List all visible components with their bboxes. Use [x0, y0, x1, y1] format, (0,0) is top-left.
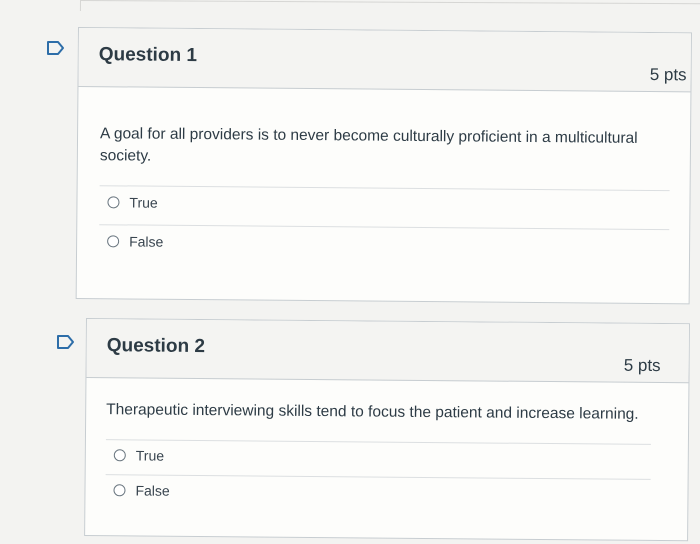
flag-icon[interactable] — [46, 40, 66, 56]
radio-button[interactable] — [107, 196, 120, 209]
question-1-option-true[interactable]: True — [107, 194, 158, 211]
question-2-points: 5 pts — [623, 355, 661, 376]
answer-divider — [105, 474, 651, 480]
answer-divider — [105, 439, 651, 445]
question-1-header: Question 1 5 pts — [78, 28, 691, 93]
question-1-text: A goal for all providers is to never bec… — [99, 125, 638, 165]
radio-button[interactable] — [113, 484, 126, 497]
radio-button[interactable] — [107, 235, 120, 248]
question-2-text: Therapeutic interviewing skills tend to … — [106, 401, 639, 423]
answer-divider — [99, 185, 670, 192]
question-2-card: Question 2 5 pts Therapeutic interviewin… — [84, 318, 690, 542]
previous-question-edge — [79, 0, 700, 15]
option-label: False — [135, 482, 170, 499]
question-2-option-false[interactable]: False — [113, 482, 170, 499]
question-1-card: Question 1 5 pts A goal for all provider… — [75, 27, 692, 305]
question-1-title: Question 1 — [98, 44, 198, 67]
radio-button[interactable] — [113, 449, 126, 462]
option-label: True — [129, 194, 158, 211]
flag-icon[interactable] — [56, 334, 76, 350]
question-2-title: Question 2 — [106, 335, 206, 358]
question-2-header: Question 2 5 pts — [86, 319, 689, 384]
option-label: True — [135, 447, 165, 464]
question-2-option-true[interactable]: True — [113, 447, 165, 464]
question-1-points: 5 pts — [649, 64, 687, 85]
answer-divider — [99, 224, 670, 231]
question-1-option-false[interactable]: False — [107, 233, 164, 250]
option-label: False — [129, 233, 164, 250]
